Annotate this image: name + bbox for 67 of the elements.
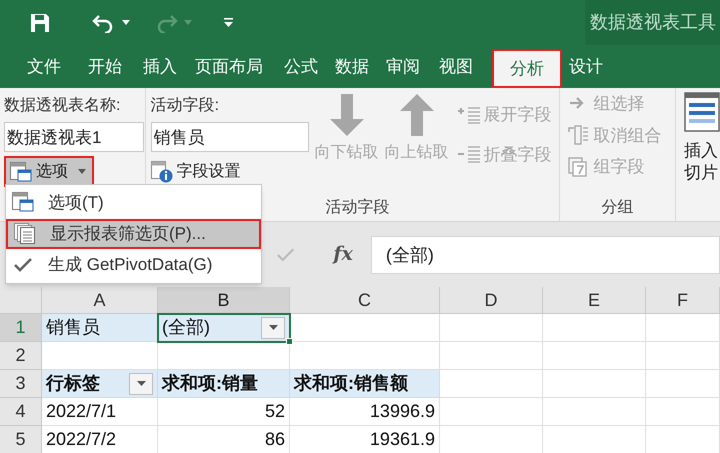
fill-handle[interactable] [286,338,293,345]
row-header[interactable]: 2 [0,342,42,370]
column-header[interactable]: D [440,287,543,314]
ribbon-tab[interactable]: 开始 [74,45,136,88]
column-header[interactable]: A [42,287,158,314]
column-header[interactable]: B [158,287,290,314]
check-icon[interactable] [276,246,296,262]
menu-item[interactable]: 生成 GetPivotData(G) [6,250,261,280]
table-cell: 2022/7/2 [42,426,158,453]
function-label[interactable]: fx [333,240,353,269]
dropdown-button[interactable] [261,316,285,338]
pages-icon [14,223,36,245]
name-field[interactable]: 数据透视表1 [4,122,144,152]
field-label: 数据透视表名称: [4,96,122,116]
column-header[interactable]: F [646,287,720,314]
field-label: 活动字段: [150,96,220,116]
context-title: 数据透视表工具 [590,11,716,34]
insert-slicer-button[interactable]: 插入 切片 [676,88,720,221]
ribbon-tab[interactable]: 文件 [14,45,74,88]
save-icon[interactable] [30,12,50,32]
table-icon [12,192,34,214]
field-name-field[interactable]: 销售员 [150,122,309,152]
table-cell: 2022/7/1 [42,398,158,426]
dropdown-button[interactable] [129,372,153,394]
table-cell: 19361.9 [290,426,440,453]
row-header[interactable]: 5 [0,426,42,453]
formula-field[interactable]: (全部) [370,236,720,274]
ribbon-tab[interactable]: 公式 [274,45,328,88]
down-arrow-icon [330,94,364,136]
caret-icon [268,325,278,330]
table-cell: 86 [158,426,290,453]
customize-icon[interactable] [224,18,233,27]
column-header[interactable]: E [543,287,646,314]
up-arrow-icon [400,94,434,136]
ribbon-tab[interactable]: 页面布局 [184,45,274,88]
table-cell: 求和项:销售额 [290,370,440,398]
row-header[interactable]: 4 [0,398,42,426]
menu-item[interactable]: 显示报表筛选页(P)... [6,219,261,249]
table-cell: 13996.9 [290,398,440,426]
cell-text: (全部) [162,316,210,339]
minus-lines-icon [458,145,482,164]
ribbon-tab[interactable]: 数据 [328,45,376,88]
group-field-icon [568,156,590,177]
caret-icon [78,169,86,174]
caret-icon[interactable] [122,20,130,25]
ungroup-icon [568,125,590,146]
group-label: 活动字段 [325,198,390,218]
undo-icon[interactable] [92,12,114,32]
ribbon-tab[interactable]: 视图 [430,45,482,88]
ribbon-tab[interactable]: 审阅 [376,45,430,88]
ribbon-tab[interactable]: 设计 [562,45,610,88]
table-cell: 求和项:销量 [158,370,290,398]
group-label: 分组 [602,198,634,218]
table-icon [10,162,32,182]
table-cell: 销售员 [42,314,158,342]
check-icon [12,256,34,274]
row-header[interactable]: 1 [0,314,42,342]
options-button[interactable]: 选项 [4,156,94,187]
ribbon-tab[interactable]: 分析 [492,49,562,88]
cell-text: 行标签 [46,372,100,395]
row-header[interactable]: 3 [0,370,42,398]
menu-item[interactable]: 选项(T) [6,188,261,218]
caret-icon [136,381,146,386]
table-cell: 52 [158,398,290,426]
plus-lines-icon [458,106,482,124]
column-header[interactable]: C [290,287,440,314]
ribbon-tab[interactable]: 插入 [136,45,184,88]
